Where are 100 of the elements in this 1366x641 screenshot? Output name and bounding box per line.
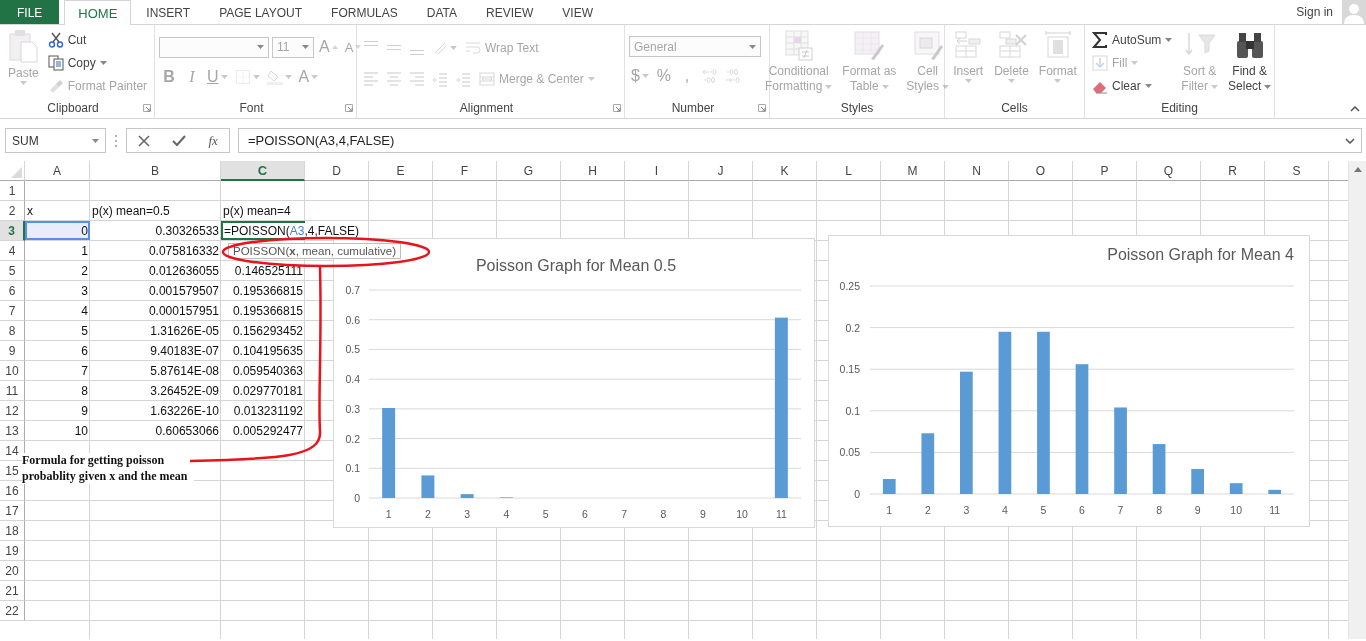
- column-header[interactable]: O: [1009, 161, 1073, 181]
- row-header[interactable]: 11: [0, 381, 25, 401]
- avatar-icon[interactable]: [1342, 0, 1366, 24]
- table-cell-text: 0.000157951: [147, 302, 220, 320]
- table-cell-text: 3.26452E-09: [149, 382, 220, 400]
- group-label: Styles: [839, 100, 875, 115]
- ribbon-tab[interactable]: FILE: [0, 0, 60, 24]
- axis-label: 9: [699, 508, 706, 520]
- expand-icon[interactable]: [1345, 137, 1355, 144]
- column-header[interactable]: P: [1073, 161, 1137, 181]
- axis-label: 2: [425, 508, 431, 520]
- row-header[interactable]: 6: [0, 281, 25, 301]
- row-header[interactable]: 19: [0, 541, 25, 561]
- formula-field[interactable]: =POISSON(A3,4,FALSE): [238, 128, 1362, 153]
- row-header[interactable]: 22: [0, 601, 25, 621]
- dialog-launcher-icon[interactable]: [758, 103, 766, 112]
- triangle-icon: [11, 167, 22, 178]
- ribbon-tab[interactable]: HOME: [64, 0, 132, 25]
- up-arrow-icon[interactable]: [1353, 167, 1362, 172]
- insert-function-button[interactable]: fx: [208, 132, 218, 149]
- column-header[interactable]: I: [625, 161, 689, 181]
- row-header[interactable]: 4: [0, 241, 25, 261]
- column-header[interactable]: F: [433, 161, 497, 181]
- table-icon: [853, 29, 886, 61]
- row-header[interactable]: 7: [0, 301, 25, 321]
- table-cell-text: 0.075816332: [147, 242, 220, 260]
- table-cell-text: 0.029770181: [231, 382, 304, 400]
- vertical-scrollbar[interactable]: [1348, 161, 1366, 639]
- close-icon[interactable]: [138, 134, 151, 147]
- sigma-icon: [1092, 31, 1108, 48]
- column-header[interactable]: R: [1201, 161, 1265, 181]
- axis-label: 11: [775, 508, 787, 520]
- table-cell-text: 1.31626E-05: [149, 322, 220, 340]
- table-cell-text: p(x) mean=4: [222, 202, 292, 220]
- ribbon-tab[interactable]: REVIEW: [472, 0, 548, 24]
- column-header[interactable]: S: [1265, 161, 1329, 181]
- axis-label: 0.15: [839, 363, 860, 376]
- conditional-format-icon: [782, 29, 815, 61]
- axis-label: 3: [464, 508, 471, 520]
- ribbon-tab[interactable]: DATA: [412, 0, 471, 24]
- column-header[interactable]: H: [561, 161, 625, 181]
- caret-icon: [92, 138, 99, 143]
- table-cell-text: 0.30326533: [154, 222, 220, 240]
- group-label: Editing: [1160, 100, 1199, 115]
- column-header[interactable]: Q: [1137, 161, 1201, 181]
- bar: [1268, 489, 1282, 494]
- row-header[interactable]: 10: [0, 361, 25, 381]
- axis-label: 0.2: [845, 321, 860, 334]
- ribbon-tab[interactable]: INSERT: [132, 0, 205, 24]
- axis-label: 1: [886, 504, 893, 516]
- ribbon-tab[interactable]: VIEW: [548, 0, 607, 24]
- bar: [1191, 469, 1204, 494]
- axis-label: 0.7: [345, 284, 360, 296]
- row-header[interactable]: 12: [0, 401, 25, 421]
- ribbon-tab[interactable]: PAGE LAYOUT: [205, 0, 317, 24]
- dialog-launcher-icon[interactable]: [613, 103, 621, 112]
- table-cell-text: 9.40183E-07: [149, 342, 220, 360]
- check-icon[interactable]: [172, 134, 187, 147]
- decimal-icon: [724, 68, 741, 84]
- ribbon-button[interactable]: Find & Select: [1224, 28, 1276, 98]
- select-all-button[interactable]: [0, 161, 25, 181]
- column-header[interactable]: E: [369, 161, 433, 181]
- column-header[interactable]: A: [25, 161, 90, 181]
- row-header[interactable]: 5: [0, 261, 25, 281]
- row-header[interactable]: 13: [0, 421, 25, 441]
- dialog-launcher-icon[interactable]: [143, 103, 151, 112]
- row-header[interactable]: 8: [0, 321, 25, 341]
- ribbon-button[interactable]: Copy: [44, 51, 151, 74]
- axis-label: 6: [1079, 504, 1085, 516]
- axis-label: 0.5: [345, 343, 360, 356]
- column-header[interactable]: L: [817, 161, 881, 181]
- collapse-icon[interactable]: [1350, 106, 1360, 112]
- column-header[interactable]: M: [881, 161, 945, 181]
- column-header[interactable]: D: [305, 161, 369, 181]
- bar: [1229, 483, 1243, 494]
- axis-label: 0.25: [839, 280, 860, 292]
- ribbon-button[interactable]: Cut: [44, 28, 151, 51]
- table-cell-text: 0.013231192: [232, 402, 304, 420]
- row-header[interactable]: 18: [0, 521, 25, 541]
- column-header[interactable]: N: [945, 161, 1009, 181]
- row-header[interactable]: 17: [0, 501, 25, 521]
- indent-icon: [455, 70, 471, 87]
- table-cell-text: 0.005292477: [231, 422, 304, 440]
- name-box[interactable]: SUM: [5, 128, 106, 153]
- sign-in-link[interactable]: Sign in: [1296, 5, 1333, 19]
- ribbon-tab[interactable]: FORMULAS: [317, 0, 412, 24]
- column-header[interactable]: G: [497, 161, 561, 181]
- row-header[interactable]: 20: [0, 561, 25, 581]
- row-header[interactable]: 1: [0, 181, 25, 201]
- row-header[interactable]: 9: [0, 341, 25, 361]
- ribbon-button[interactable]: AutoSum: [1089, 28, 1176, 51]
- column-header[interactable]: K: [753, 161, 817, 181]
- ribbon-button[interactable]: Clear: [1089, 74, 1176, 97]
- dialog-launcher-icon[interactable]: [345, 103, 353, 112]
- row-header[interactable]: 3: [0, 221, 25, 241]
- row-header[interactable]: 21: [0, 581, 25, 601]
- axis-label: 9: [1194, 504, 1201, 516]
- column-header[interactable]: J: [689, 161, 753, 181]
- column-header[interactable]: C: [221, 161, 305, 181]
- table-cell-text: 0.60653066: [154, 422, 220, 440]
